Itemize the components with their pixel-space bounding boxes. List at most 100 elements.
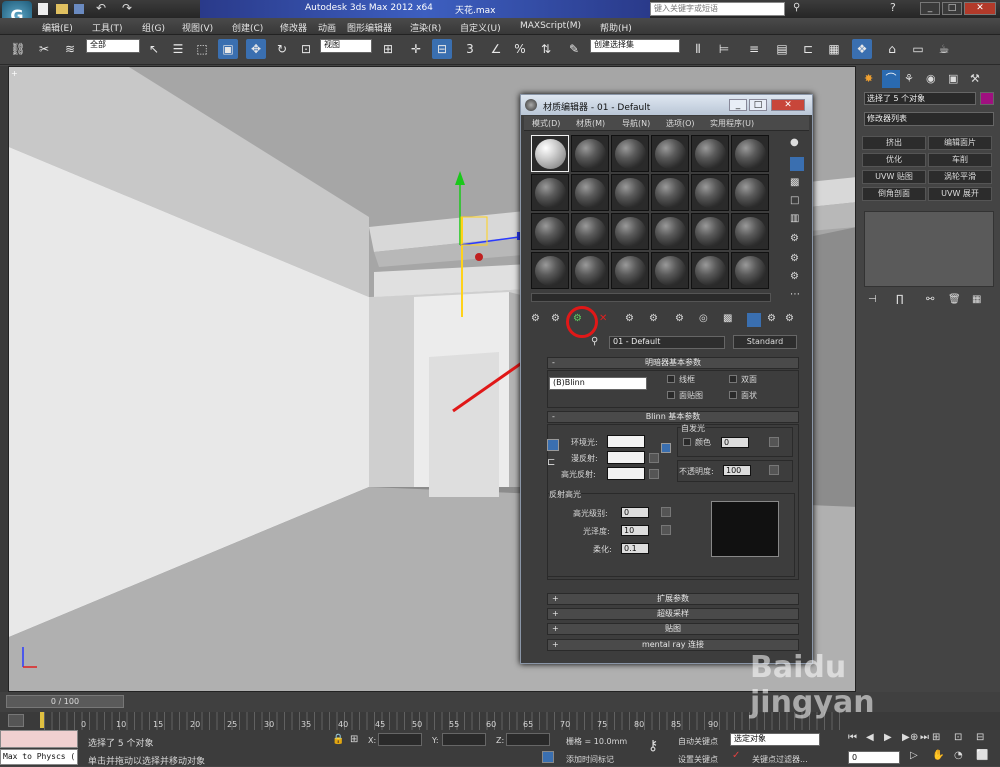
sample-slot[interactable]: [571, 174, 609, 211]
select-move-icon[interactable]: ✥: [246, 39, 266, 59]
lock-selection-icon[interactable]: 🔒: [332, 734, 344, 745]
select-scale-icon[interactable]: ⊡: [296, 39, 316, 59]
percent-snap-icon[interactable]: %: [510, 39, 530, 59]
lock-ambient-diffuse-icon[interactable]: [547, 439, 559, 451]
show-end-result-icon[interactable]: ∏: [896, 294, 904, 305]
snap-toggle-icon[interactable]: 3: [460, 39, 480, 59]
rollout-maps[interactable]: + 贴图: [547, 623, 799, 635]
glossiness-map-button[interactable]: [661, 525, 671, 535]
self-illum-map-button[interactable]: [769, 437, 779, 447]
me-minimize-icon[interactable]: _: [729, 99, 747, 111]
modifier-btn-bevel-profile[interactable]: 倒角剖面: [862, 187, 926, 201]
lock-diffuse-specular-icon[interactable]: ⊏: [547, 457, 559, 469]
maxscript-listener-mini[interactable]: [0, 730, 78, 748]
select-manipulate-icon[interactable]: ✛: [406, 39, 426, 59]
menu-graph-editors[interactable]: 图形编辑器: [347, 21, 392, 34]
sample-slot[interactable]: [731, 135, 769, 172]
modifier-btn-uvw-map[interactable]: UVW 贴图: [862, 170, 926, 184]
glossiness-spinner[interactable]: 10: [621, 525, 649, 536]
sample-scrollbar[interactable]: [531, 293, 771, 302]
modifier-btn-extrude[interactable]: 挤出: [862, 136, 926, 150]
time-tag-icon[interactable]: [542, 751, 554, 763]
sample-slot[interactable]: [731, 213, 769, 250]
modifier-stack[interactable]: [864, 211, 994, 287]
quick-access-open-icon[interactable]: [56, 4, 68, 14]
show-end-result-mat-icon[interactable]: [747, 313, 761, 327]
soften-spinner[interactable]: 0.1: [621, 543, 649, 554]
blinn-basic-header[interactable]: - Blinn 基本参数: [547, 411, 799, 423]
viewport-label[interactable]: +: [11, 69, 18, 78]
go-forward-sibling-icon[interactable]: ⚙: [785, 313, 794, 324]
modify-tab-icon[interactable]: ⌒: [882, 70, 900, 88]
diffuse-map-button[interactable]: [649, 453, 659, 463]
zoom-extents-all-icon[interactable]: ⊟: [976, 732, 984, 743]
two-sided-checkbox[interactable]: [729, 375, 737, 383]
sample-slot[interactable]: [571, 213, 609, 250]
layer-manager-icon[interactable]: ≡: [744, 39, 764, 59]
sample-slot[interactable]: [691, 174, 729, 211]
sample-slot[interactable]: [651, 135, 689, 172]
sample-slot[interactable]: [531, 252, 569, 289]
next-frame-icon[interactable]: ▶: [902, 732, 910, 743]
sample-slot[interactable]: [691, 213, 729, 250]
sample-type-icon[interactable]: ●: [790, 137, 799, 148]
specular-map-button[interactable]: [649, 469, 659, 479]
self-illum-color-checkbox[interactable]: [683, 438, 691, 446]
get-material-icon[interactable]: ⚙: [531, 313, 540, 324]
key-filters-button[interactable]: 关键点过滤器...: [752, 754, 808, 765]
selection-filter-dropdown[interactable]: 全部: [86, 39, 140, 53]
ref-coord-dropdown[interactable]: 视图: [320, 39, 372, 53]
object-color-swatch[interactable]: [980, 92, 994, 105]
align-icon[interactable]: ⊨: [714, 39, 734, 59]
me-menu-material[interactable]: 材质(M): [576, 118, 605, 129]
opacity-spinner[interactable]: 100: [723, 465, 751, 476]
angle-snap-icon[interactable]: ∠: [486, 39, 506, 59]
put-to-library-icon[interactable]: ⚙: [675, 313, 684, 324]
lock-map-icon[interactable]: [661, 443, 671, 453]
material-navigator-icon[interactable]: ⋯: [790, 289, 800, 300]
menu-help[interactable]: 帮助(H): [600, 21, 632, 34]
backlight-icon[interactable]: [790, 157, 804, 171]
video-color-check-icon[interactable]: ▥: [790, 213, 799, 224]
sample-slot[interactable]: [651, 213, 689, 250]
diffuse-color-swatch[interactable]: [607, 451, 645, 464]
go-to-parent-icon[interactable]: ⚙: [767, 313, 776, 324]
ambient-color-swatch[interactable]: [607, 435, 645, 448]
go-to-start-icon[interactable]: ⏮: [848, 732, 857, 743]
key-mode-dropdown[interactable]: 选定对象: [730, 733, 820, 746]
menu-customize[interactable]: 自定义(U): [460, 21, 501, 34]
selection-name-field[interactable]: 选择了 5 个对象: [864, 92, 976, 105]
put-to-scene-icon[interactable]: ⚙: [551, 313, 560, 324]
help-icon[interactable]: ?: [890, 1, 896, 14]
sample-slot[interactable]: [651, 174, 689, 211]
me-maximize-icon[interactable]: □: [749, 99, 767, 111]
reset-material-icon[interactable]: ✕: [599, 313, 607, 324]
spinner-snap-icon[interactable]: ⇅: [536, 39, 556, 59]
menu-create[interactable]: 创建(C): [232, 21, 263, 34]
prev-frame-icon[interactable]: ◀: [866, 732, 874, 743]
zoom-icon[interactable]: ⊕: [910, 732, 918, 743]
sample-slot[interactable]: [571, 135, 609, 172]
search-input[interactable]: 键入关键字或短语: [650, 2, 785, 16]
me-menu-utilities[interactable]: 实用程序(U): [710, 118, 754, 129]
copy-material-icon[interactable]: ⚙: [625, 313, 634, 324]
configure-sets-icon[interactable]: ▦: [972, 294, 981, 305]
quick-access-save-icon[interactable]: [74, 4, 84, 14]
rollout-supersampling[interactable]: + 超级采样: [547, 608, 799, 620]
hierarchy-tab-icon[interactable]: ⚘: [904, 72, 914, 85]
render-setup-icon[interactable]: ⌂: [882, 39, 902, 59]
sample-slot[interactable]: [691, 135, 729, 172]
rollout-extended[interactable]: + 扩展参数: [547, 593, 799, 605]
set-key-label[interactable]: 设置关键点: [678, 754, 718, 765]
x-coord-field[interactable]: [378, 733, 422, 746]
orbit-icon[interactable]: ◔: [954, 750, 963, 761]
fov-icon[interactable]: ▷: [910, 750, 918, 761]
rendered-frame-icon[interactable]: ▭: [908, 39, 928, 59]
modifier-btn-uvw-unwrap[interactable]: UVW 展开: [928, 187, 992, 201]
material-id-icon[interactable]: ◎: [699, 313, 708, 324]
material-editor-window[interactable]: 材质编辑器 - 01 - Default _ □ ✕ 模式(D) 材质(M) 导…: [520, 94, 813, 664]
menu-tools[interactable]: 工具(T): [92, 21, 123, 34]
named-selection-dropdown[interactable]: 创建选择集: [590, 39, 680, 53]
time-slider-thumb[interactable]: 0 / 100: [6, 695, 124, 708]
sample-slot[interactable]: [531, 174, 569, 211]
